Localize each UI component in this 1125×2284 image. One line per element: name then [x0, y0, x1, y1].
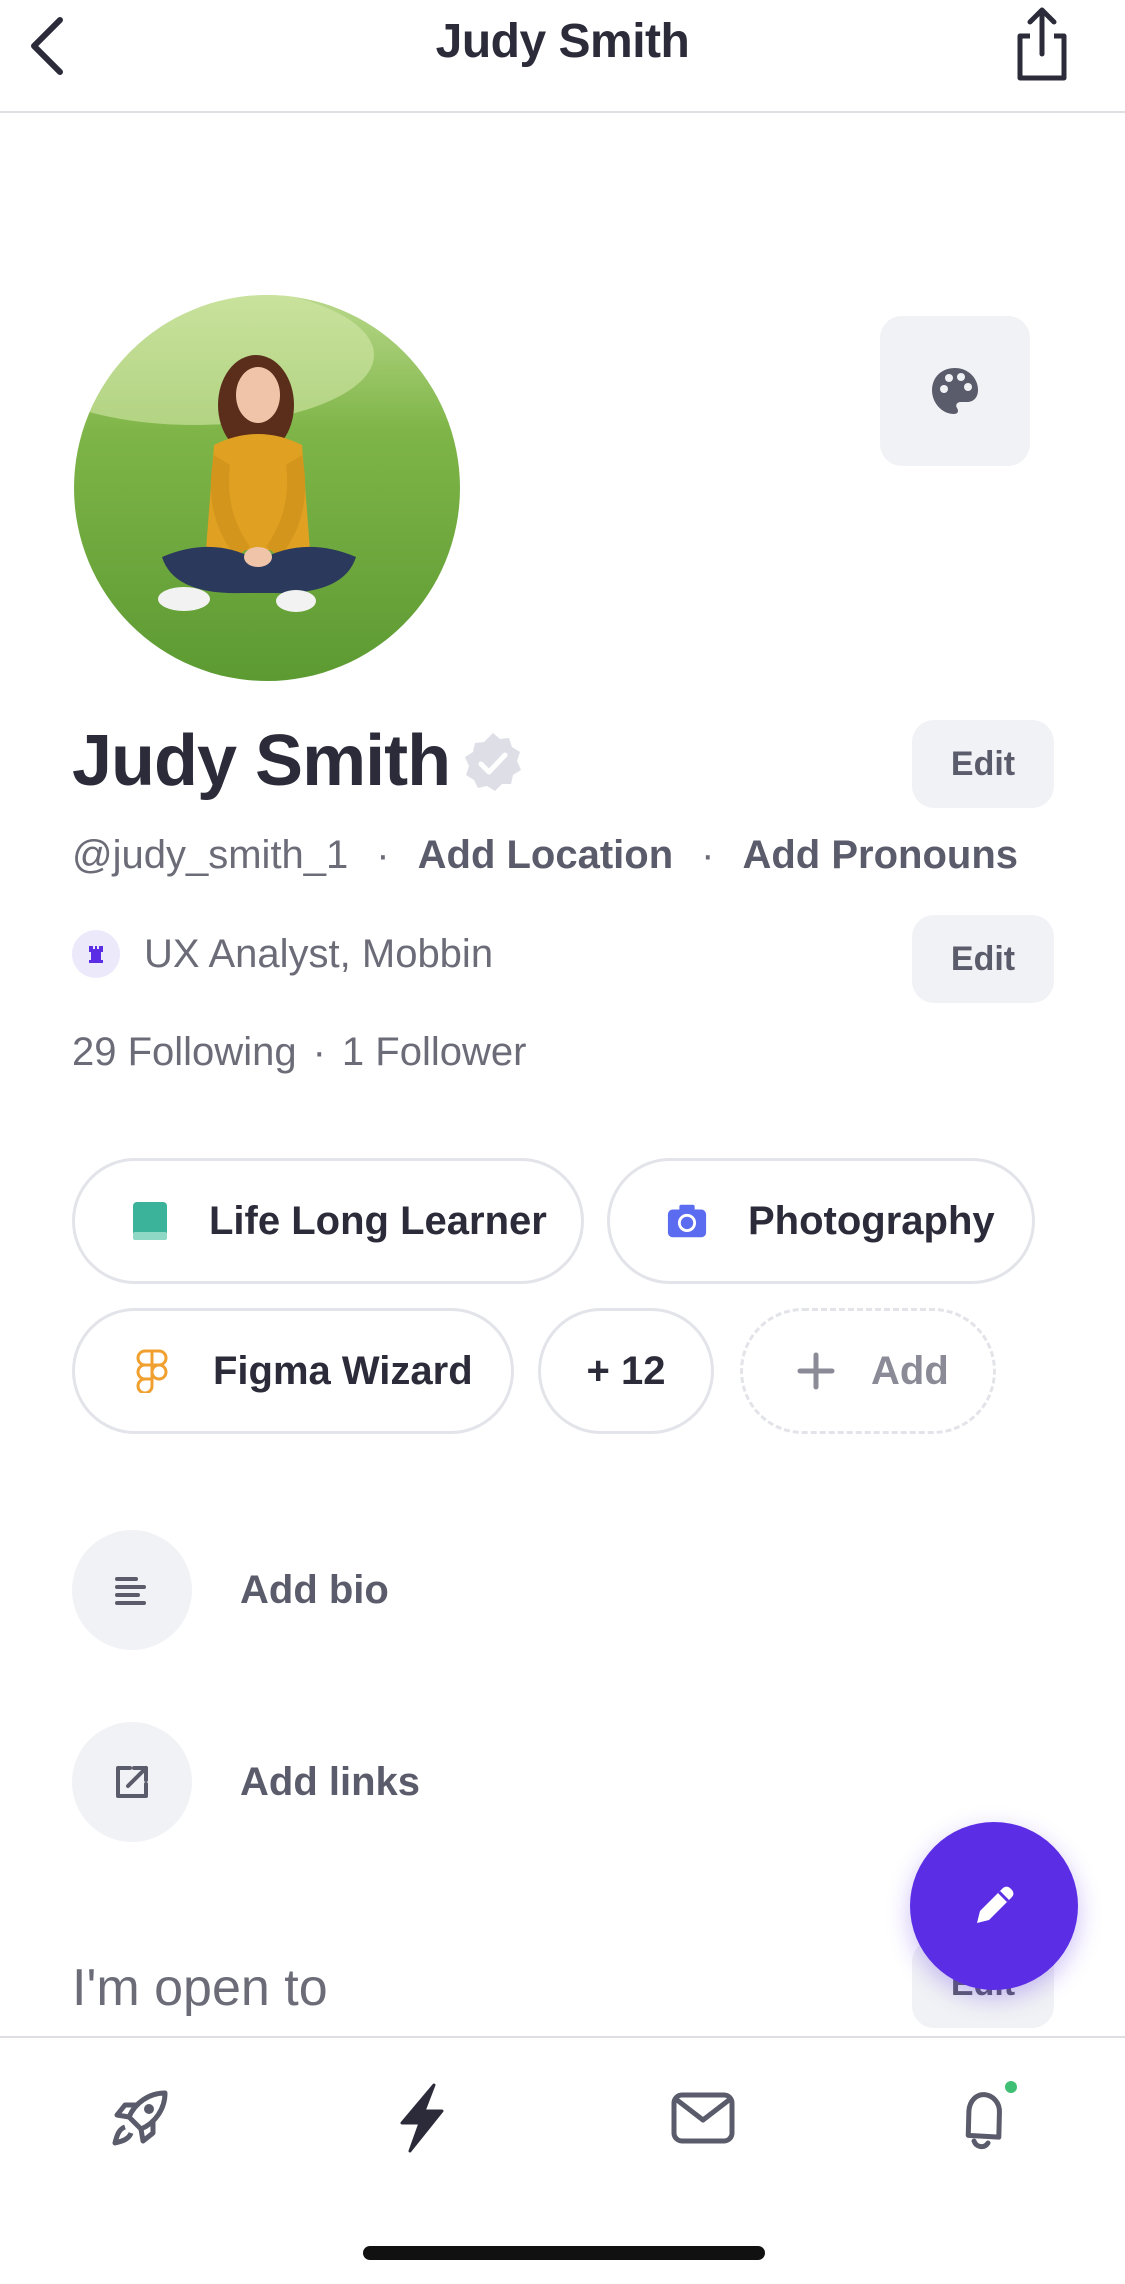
nav-messages[interactable] [663, 2078, 743, 2158]
figma-icon [131, 1349, 173, 1393]
edit-name-button[interactable]: Edit [912, 720, 1054, 808]
chip-photography[interactable]: Photography [607, 1158, 1035, 1284]
pencil-icon [977, 1886, 1014, 1923]
job-title: UX Analyst, Mobbin [144, 931, 494, 976]
compose-fab[interactable] [910, 1822, 1078, 1990]
add-location-link[interactable]: Add Location [418, 833, 674, 878]
follower-count[interactable]: 1 Follower [342, 1030, 527, 1074]
mail-icon [671, 2092, 735, 2144]
nav-notifications[interactable] [944, 2078, 1024, 2158]
external-link-icon [72, 1722, 192, 1842]
plus-icon [795, 1350, 837, 1392]
chip-figma-wizard[interactable]: Figma Wizard [72, 1308, 514, 1434]
nav-explore[interactable] [100, 2078, 180, 2158]
palette-icon [932, 368, 978, 414]
book-icon [131, 1200, 169, 1242]
chip-label: Figma Wizard [213, 1348, 473, 1393]
profile-avatar[interactable] [74, 295, 460, 681]
follow-stats: 29 Following · 1 Follower [72, 1030, 526, 1075]
separator: · [312, 1030, 326, 1074]
chip-more-count[interactable]: + 12 [538, 1308, 714, 1434]
theme-palette-button[interactable] [880, 316, 1030, 466]
add-bio-row[interactable]: Add bio [72, 1530, 389, 1650]
company-icon [72, 930, 120, 978]
job-row: UX Analyst, Mobbin [72, 930, 493, 978]
chip-label: Add [871, 1348, 949, 1393]
add-links-row[interactable]: Add links [72, 1722, 420, 1842]
separator: · [376, 833, 390, 877]
top-bar: Judy Smith [0, 0, 1125, 113]
nav-activity[interactable] [382, 2078, 462, 2158]
separator: · [701, 833, 715, 877]
home-indicator [363, 2246, 765, 2260]
page-title: Judy Smith [435, 15, 690, 68]
text-lines-icon [72, 1530, 192, 1650]
share-icon [1017, 7, 1067, 81]
add-bio-label: Add bio [240, 1567, 389, 1612]
camera-icon [666, 1200, 708, 1242]
chip-label: Photography [748, 1198, 995, 1243]
edit-job-button[interactable]: Edit [912, 915, 1054, 1003]
add-pronouns-link[interactable]: Add Pronouns [742, 833, 1018, 878]
chip-label: Life Long Learner [209, 1198, 547, 1243]
username: @judy_smith_1 [72, 833, 349, 877]
lightning-icon [400, 2083, 444, 2153]
chip-label: + 12 [586, 1348, 666, 1393]
chip-life-long-learner[interactable]: Life Long Learner [72, 1158, 584, 1284]
add-links-label: Add links [240, 1759, 421, 1804]
profile-name: Judy Smith [72, 721, 451, 801]
notification-dot [1002, 2078, 1020, 2096]
avatar-photo [74, 295, 460, 681]
verified-badge-icon [460, 730, 526, 796]
handle-row: @judy_smith_1 · Add Location · Add Prono… [72, 833, 1018, 878]
chip-add-interest[interactable]: Add [740, 1308, 996, 1434]
rocket-icon [112, 2090, 168, 2146]
open-to-heading: I'm open to [72, 1959, 328, 2017]
following-count[interactable]: 29 Following [72, 1030, 297, 1074]
share-button[interactable] [1007, 4, 1077, 84]
